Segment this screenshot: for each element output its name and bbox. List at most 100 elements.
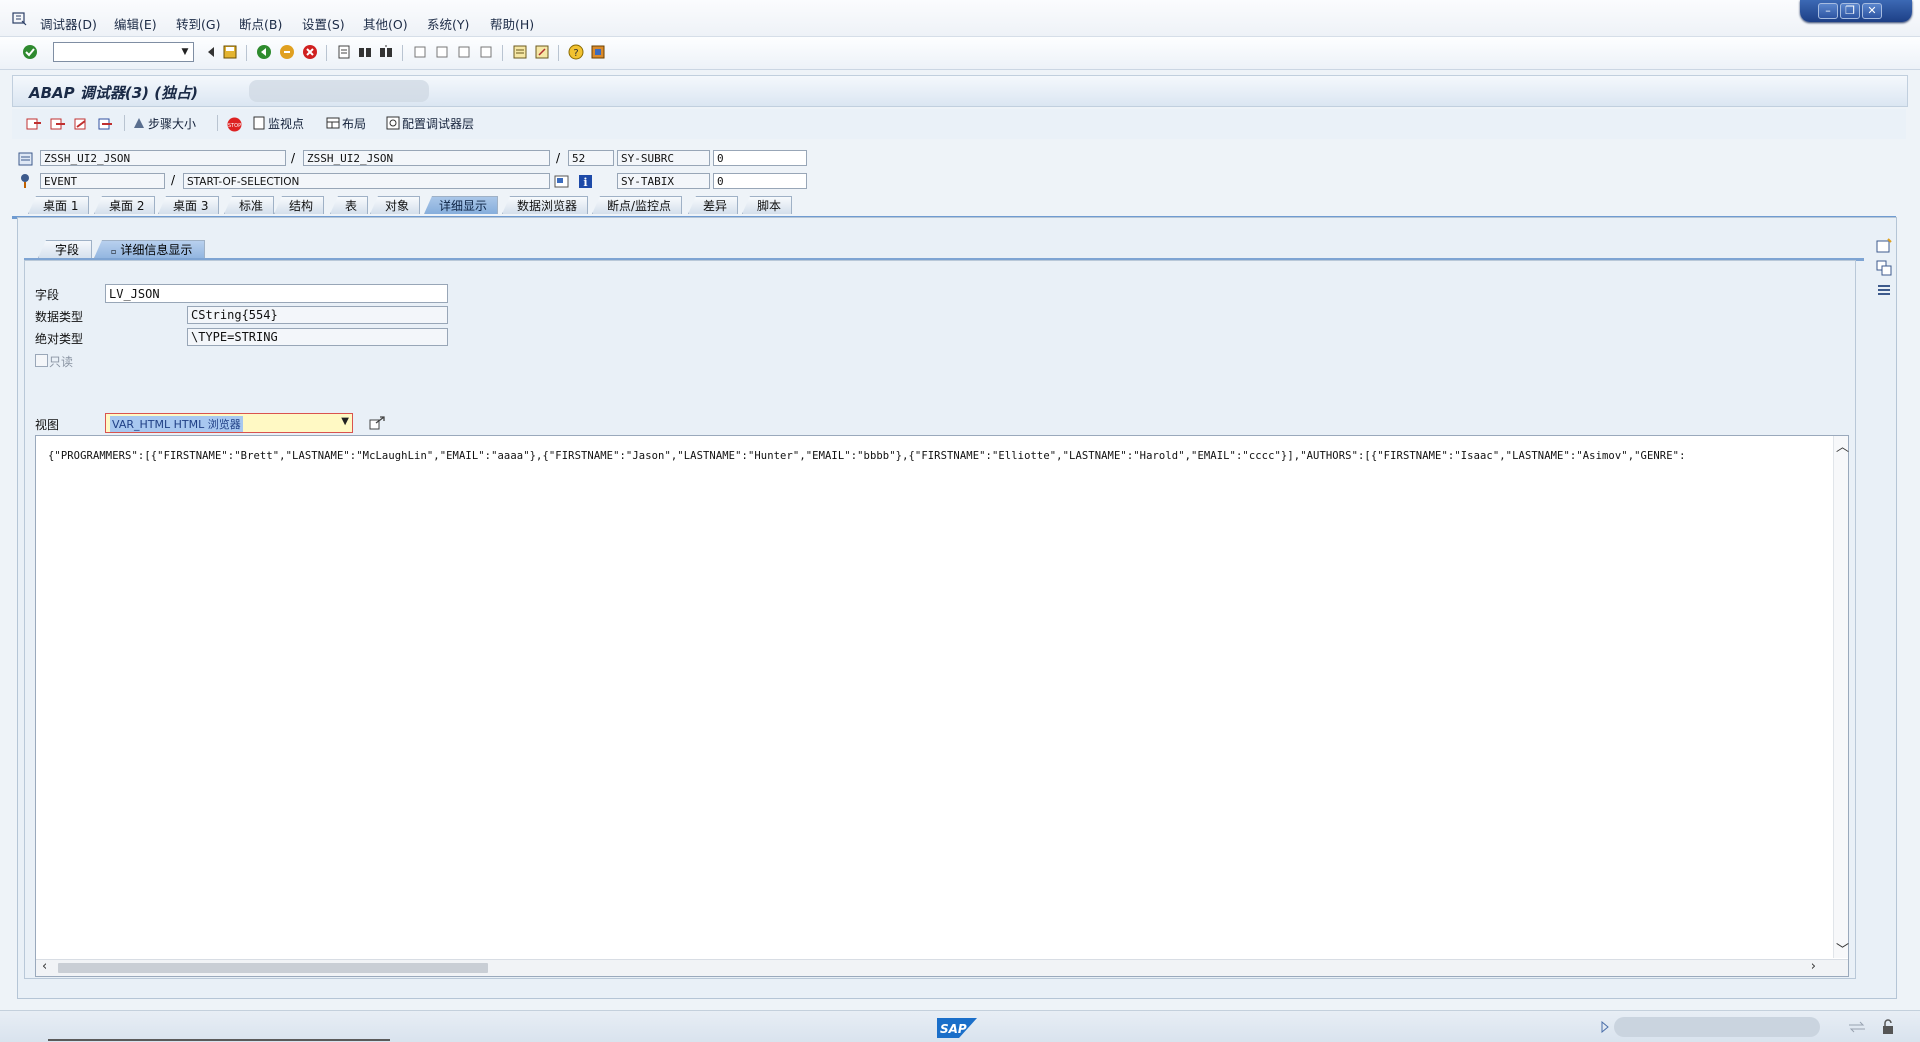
- menu-settings[interactable]: 设置(S): [302, 14, 345, 33]
- chevron-down-icon[interactable]: ▼: [177, 43, 193, 61]
- step-over-icon[interactable]: [50, 117, 66, 131]
- datatype-field: CString{554}: [187, 306, 448, 324]
- tab-field[interactable]: 字段: [38, 240, 93, 258]
- horizontal-scrollbar[interactable]: ‹ ›: [36, 959, 1848, 976]
- menu-breakpoints[interactable]: 断点(B): [239, 14, 282, 33]
- tab-detail-display[interactable]: 详细显示: [424, 196, 499, 214]
- system-menu-icon[interactable]: [12, 11, 27, 26]
- tab-structure[interactable]: 结构: [274, 196, 325, 214]
- navigate-source-icon[interactable]: [554, 174, 570, 189]
- vertical-scrollbar[interactable]: ︿ ﹀: [1833, 436, 1849, 958]
- configure-icon: [386, 116, 400, 130]
- separator-slash: /: [171, 173, 176, 187]
- view-label: 视图: [35, 418, 60, 432]
- previous-page-icon[interactable]: [434, 44, 450, 60]
- window-controls: – ❐ ✕: [1800, 0, 1912, 22]
- redacted-area: [249, 80, 429, 102]
- tab-standard[interactable]: 标准: [224, 196, 275, 214]
- find-icon[interactable]: [357, 44, 373, 60]
- svg-text:STOP: STOP: [228, 123, 241, 129]
- find-next-icon[interactable]: [378, 44, 394, 60]
- return-icon[interactable]: [74, 117, 90, 131]
- svg-text:?: ?: [573, 48, 578, 59]
- chevron-down-icon[interactable]: ▼: [341, 416, 349, 427]
- tab-detail-info[interactable]: ▫ 详细信息显示: [94, 240, 206, 258]
- scroll-down-icon[interactable]: ﹀: [1836, 939, 1849, 958]
- save-icon[interactable]: [222, 44, 238, 60]
- main-tab-strip: 桌面 1 桌面 2 桌面 3 标准 结构 表 对象 详细显示 数据浏览器 断点/…: [12, 196, 1896, 219]
- shortcut-icon[interactable]: [534, 44, 550, 60]
- menu-edit[interactable]: 编辑(E): [114, 14, 157, 33]
- tab-data-explorer[interactable]: 数据浏览器: [502, 196, 589, 214]
- status-bar: SAP: [0, 1010, 1920, 1042]
- scroll-left-icon[interactable]: ‹: [42, 959, 47, 974]
- sysvar1-name-field[interactable]: SY-SUBRC: [617, 150, 710, 166]
- scroll-right-icon[interactable]: ›: [1811, 959, 1816, 974]
- next-page-icon[interactable]: [456, 44, 472, 60]
- cancel-icon[interactable]: [302, 44, 318, 60]
- readonly-label: 只读: [49, 355, 74, 369]
- page-title: ABAP 调试器(3) (独占): [29, 84, 198, 102]
- stop-icon[interactable]: STOP: [227, 117, 242, 132]
- first-page-icon[interactable]: [412, 44, 428, 60]
- sysvar2-name-field[interactable]: SY-TABIX: [617, 173, 710, 189]
- program-field: ZSSH_UI2_JSON: [40, 150, 286, 166]
- configure-layer-button[interactable]: 配置调试器层: [386, 115, 474, 133]
- tab-script[interactable]: 脚本: [742, 196, 793, 214]
- restore-icon[interactable]: ❐: [1840, 3, 1860, 19]
- html-viewer[interactable]: {"PROGRAMMERS":[{"FIRSTNAME":"Brett","LA…: [35, 435, 1849, 977]
- command-field[interactable]: ▼: [53, 42, 194, 62]
- field-name-input[interactable]: LV_JSON: [105, 284, 448, 303]
- continue-icon[interactable]: [98, 117, 114, 131]
- open-viewer-icon[interactable]: [369, 415, 387, 431]
- tab-diff[interactable]: 差异: [688, 196, 739, 214]
- detail-content: 字段 LV_JSON 数据类型 CString{554} 绝对类型 \TYPE=…: [24, 260, 1856, 979]
- sap-logo-text: SAP: [940, 1022, 967, 1036]
- help-icon[interactable]: ?: [568, 44, 584, 60]
- info-icon[interactable]: i: [578, 174, 593, 189]
- back-icon[interactable]: [256, 44, 272, 60]
- customize-layout-icon[interactable]: [590, 44, 606, 60]
- last-page-icon[interactable]: [478, 44, 494, 60]
- new-tool-icon[interactable]: [1876, 238, 1892, 254]
- lock-icon[interactable]: [1880, 1019, 1896, 1035]
- menu-bar: 调试器(D) 编辑(E) 转到(G) 断点(B) 设置(S) 其他(O) 系统(…: [0, 0, 1920, 37]
- arrow-left-icon[interactable]: [203, 44, 219, 60]
- layout-button[interactable]: 布局: [326, 115, 366, 133]
- tab-bullet-icon: ▫: [111, 247, 117, 256]
- step-size-icon: [134, 118, 144, 128]
- status-expand-icon[interactable]: [1600, 1021, 1610, 1033]
- tab-desktop-2[interactable]: 桌面 2: [94, 196, 156, 214]
- scroll-thumb[interactable]: [58, 963, 488, 973]
- sysvar1-value-field: 0: [713, 150, 807, 166]
- step-size-label: 步骤大小: [148, 117, 197, 131]
- watchpoint-button[interactable]: 监视点: [252, 115, 304, 133]
- readonly-checkbox[interactable]: [35, 354, 48, 367]
- new-session-icon[interactable]: [512, 44, 528, 60]
- tab-breakpoints-watchpoints[interactable]: 断点/监控点: [592, 196, 683, 214]
- minimize-icon[interactable]: –: [1818, 3, 1838, 19]
- step-into-icon[interactable]: [26, 117, 42, 131]
- sysvar2-value-field: 0: [713, 173, 807, 189]
- print-icon[interactable]: [336, 44, 352, 60]
- step-size-button[interactable]: 步骤大小: [132, 115, 196, 133]
- menu-debugger[interactable]: 调试器(D): [40, 14, 97, 33]
- view-select[interactable]: VAR_HTML HTML 浏览器 ▼: [105, 413, 353, 433]
- close-icon[interactable]: ✕: [1862, 3, 1882, 19]
- overwrite-mode-icon[interactable]: [1848, 1021, 1866, 1033]
- menu-help[interactable]: 帮助(H): [490, 14, 534, 33]
- menu-other[interactable]: 其他(O): [363, 14, 408, 33]
- application-toolbar: 步骤大小 STOP 监视点 布局 配置调试器层: [12, 109, 1906, 139]
- tab-object[interactable]: 对象: [370, 196, 421, 214]
- tool-services-icon[interactable]: [1876, 282, 1892, 298]
- tab-table[interactable]: 表: [330, 196, 369, 214]
- tab-desktop-3[interactable]: 桌面 3: [158, 196, 220, 214]
- exit-icon[interactable]: [279, 44, 295, 60]
- replace-tool-icon[interactable]: [1876, 260, 1892, 276]
- menu-goto[interactable]: 转到(G): [176, 14, 220, 33]
- menu-system[interactable]: 系统(Y): [427, 14, 469, 33]
- scroll-up-icon[interactable]: ︿: [1836, 436, 1849, 455]
- tab-desktop-1[interactable]: 桌面 1: [28, 196, 90, 214]
- datatype-label: 数据类型: [35, 310, 84, 324]
- enter-checkmark-icon[interactable]: [22, 44, 38, 60]
